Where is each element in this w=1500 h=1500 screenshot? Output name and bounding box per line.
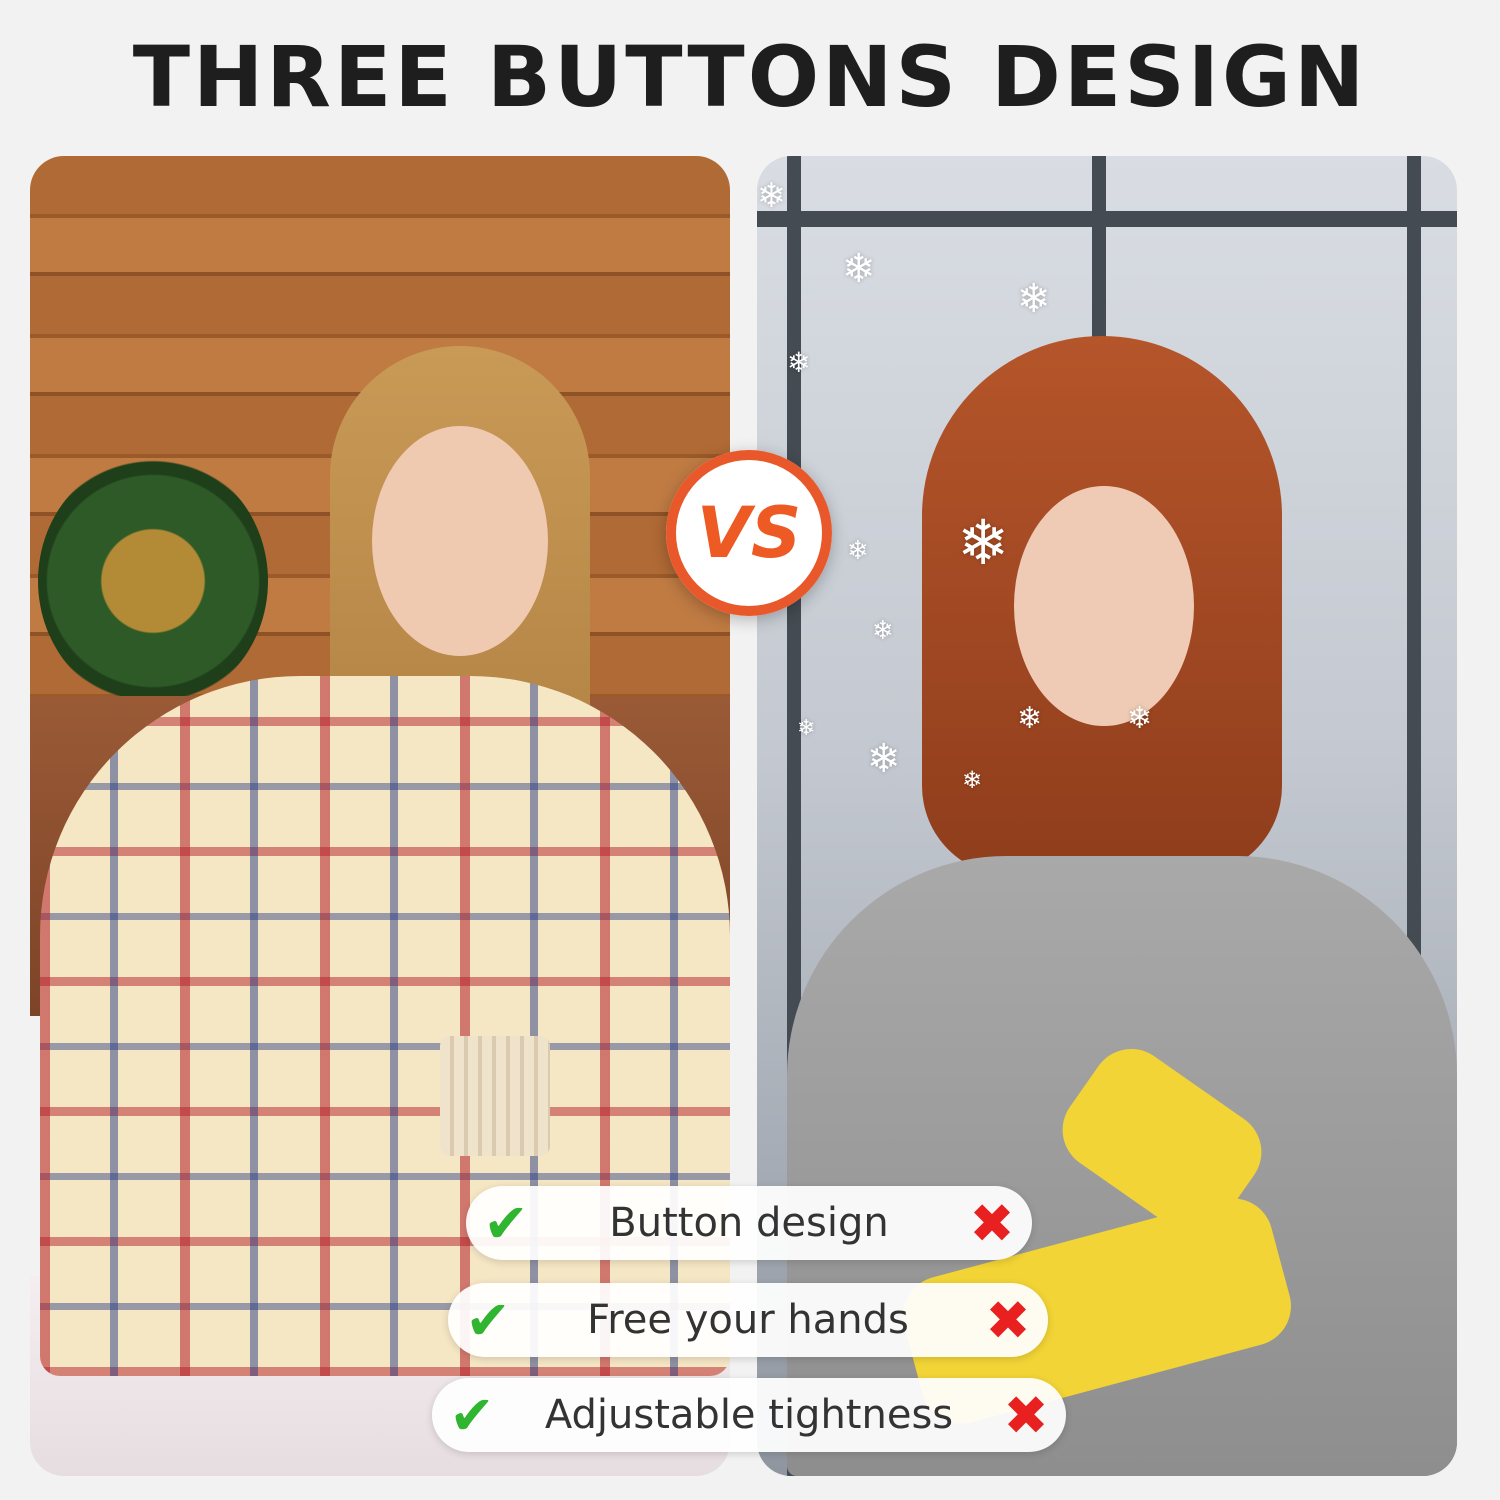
vs-badge: VS (666, 450, 832, 616)
vs-label: VS (696, 492, 802, 574)
feature-row: ✔ Free your hands ✖ (448, 1283, 1048, 1357)
check-icon: ✔ (483, 1191, 529, 1255)
christmas-wreath (38, 456, 268, 706)
snowflake-icon: ❄ (787, 346, 811, 379)
check-icon: ✔ (449, 1383, 495, 1447)
cold-scene-panel: ❄ ❄ ❄ ❄ ❄ ❄ ❄ ❄ ❄ ❄ ❄ ❄ (757, 156, 1457, 1476)
face (1014, 486, 1194, 726)
coffee-mug (440, 1036, 550, 1156)
snowflake-icon: ❄ (1127, 701, 1153, 736)
feature-label: Button design (609, 1200, 889, 1246)
window-frame (757, 211, 1457, 227)
cross-icon: ✖ (969, 1191, 1015, 1255)
snowflake-icon: ❄ (847, 536, 869, 566)
feature-label: Adjustable tightness (544, 1392, 954, 1438)
feature-row: ✔ Adjustable tightness ✖ (432, 1378, 1066, 1452)
warm-scene-panel (30, 156, 730, 1476)
snowflake-icon: ❄ (1017, 276, 1051, 322)
cross-icon: ✖ (985, 1288, 1031, 1352)
feature-label: Free your hands (587, 1297, 909, 1343)
snowflake-icon: ❄ (842, 246, 876, 292)
cold-woman (922, 336, 1282, 896)
cross-icon: ✖ (1003, 1383, 1049, 1447)
snowflake-icon: ❄ (1017, 701, 1043, 736)
snowflake-icon: ❄ (957, 506, 1009, 579)
page-title: THREE BUTTONS DESIGN (132, 28, 1368, 126)
face (372, 426, 548, 656)
plaid-blanket (40, 676, 730, 1376)
feature-row: ✔ Button design ✖ (466, 1186, 1032, 1260)
snowflake-icon: ❄ (757, 176, 786, 216)
snowflake-icon: ❄ (872, 616, 894, 646)
snowflake-icon: ❄ (962, 766, 983, 794)
snowflake-icon: ❄ (797, 716, 816, 741)
snowflake-icon: ❄ (867, 736, 901, 782)
check-icon: ✔ (465, 1288, 511, 1352)
